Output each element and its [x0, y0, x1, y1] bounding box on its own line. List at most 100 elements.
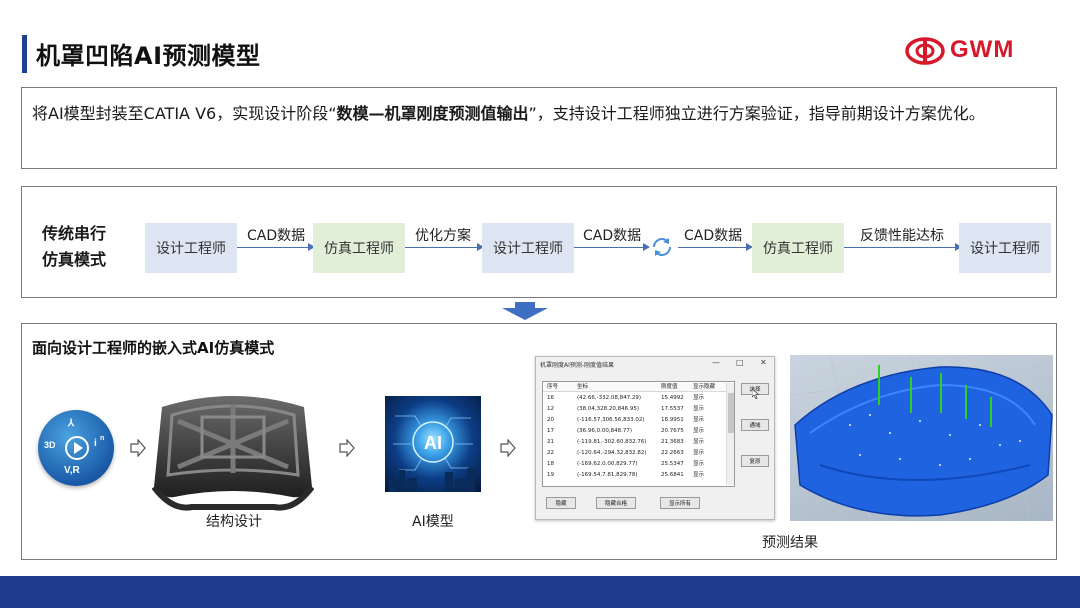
car-hood-image [152, 396, 314, 511]
title-accent-bar [22, 35, 27, 73]
result-list-header: 序号 坐标 刚度值 显示隐藏 [543, 382, 728, 392]
row-coord: (-169.62,0.00,829.77) [577, 461, 638, 467]
ai-model-image: AI [385, 396, 481, 492]
result-row[interactable]: 12 (38.04,328.20,846.95) 17.5537 显示 [543, 404, 728, 414]
row-id: 16 [547, 395, 554, 401]
flow-edge-label: CAD数据 [247, 228, 306, 244]
catia-i-label: i [94, 438, 97, 449]
result-row[interactable]: 22 (-120.64,-294.32,832.82) 22.2663 显示 [543, 448, 728, 458]
result-row[interactable]: 20 (-116.57,306.56,833.02) 18.9951 显示 [543, 415, 728, 425]
description-text: 将AI模型封装至CATIA V6，实现设计阶段“数模—机罩刚度预测值输出”，支持… [32, 98, 1046, 130]
flow-node-simulation-engineer-2: 仿真工程师 [752, 223, 844, 273]
row-id: 21 [547, 439, 554, 445]
flow-edge-line [237, 247, 310, 248]
row-value: 21.3683 [661, 439, 684, 445]
col-header-show: 显示隐藏 [693, 384, 716, 390]
result-list[interactable]: 序号 坐标 刚度值 显示隐藏 16 (42.66,-332.08,847.29) 1… [542, 381, 735, 487]
description-lead: 将AI模型封装至CATIA V6，实现设计阶段“ [32, 104, 337, 123]
row-show: 显示 [693, 439, 705, 445]
catia-vr-label: V,R [64, 465, 80, 476]
embedded-mode-title: 面向设计工程师的嵌入式AI仿真模式 [32, 339, 275, 357]
flow-edge-label: CAD数据 [684, 228, 743, 244]
flow-node-design-engineer-2: 设计工程师 [482, 223, 574, 273]
row-id: 20 [547, 417, 554, 423]
result-row[interactable]: 16 (42.66,-332.08,847.29) 15.4992 显示 [543, 393, 728, 403]
row-coord: (42.66,-332.08,847.29) [577, 395, 642, 401]
result-row[interactable]: 21 (-119.81,-302.60,832.76) 21.3683 显示 [543, 437, 728, 447]
scrollbar-thumb[interactable] [728, 393, 734, 433]
arrow-right-icon [643, 243, 650, 251]
row-id: 19 [547, 472, 554, 478]
row-value: 25.6841 [661, 472, 684, 478]
row-show: 显示 [693, 395, 705, 401]
row-id: 18 [547, 461, 554, 467]
result-row[interactable]: 17 (36.96,0.00,848.77) 20.7675 显示 [543, 426, 728, 436]
row-value: 15.4992 [661, 395, 684, 401]
catia-n-label: n [100, 435, 105, 442]
hide-button[interactable]: 隐藏 [546, 497, 576, 509]
restore-button[interactable]: 复原 [741, 455, 769, 467]
col-header-value: 刚度值 [661, 384, 678, 390]
hollow-arrow-right-icon [130, 439, 146, 457]
gwm-emblem-icon [905, 37, 945, 65]
play-icon [74, 442, 83, 454]
ai-circuit-icon: AI [389, 415, 475, 492]
row-value: 25.5347 [661, 461, 684, 467]
description-highlight: 数模—机罩刚度预测值输出 [336, 104, 529, 123]
flow-node-design-engineer-3: 设计工程师 [959, 223, 1051, 273]
caption-ai-model: AI模型 [412, 514, 454, 530]
window-title: 机罩刚度AI预测-刚度值结果 [540, 362, 615, 369]
list-scrollbar[interactable] [726, 383, 734, 485]
result-window: 机罩刚度AI预测-刚度值结果 — □ ✕ 序号 坐标 刚度值 显示隐藏 16 (4… [535, 356, 775, 520]
flow-node-simulation-engineer-1: 仿真工程师 [313, 223, 405, 273]
row-show: 显示 [693, 472, 705, 478]
hollow-arrow-right-icon [500, 439, 516, 457]
minimize-icon[interactable]: — [712, 358, 720, 367]
catia-3d-label: 3D [44, 440, 56, 450]
hide-qualified-button[interactable]: 隐藏合格 [596, 497, 636, 509]
caption-prediction-result: 预测结果 [762, 535, 818, 551]
result-row[interactable]: 18 (-169.62,0.00,829.77) 25.5347 显示 [543, 459, 728, 469]
refresh-icon [653, 238, 671, 256]
row-id: 17 [547, 428, 554, 434]
result-row[interactable]: 19 (-169.54,7.81,829.78) 25.6841 显示 [543, 470, 728, 480]
row-id: 22 [547, 450, 554, 456]
row-show: 显示 [693, 450, 705, 456]
catia-compass-icon: ⅄ [68, 418, 75, 429]
hood-fea-mesh-icon [790, 355, 1053, 521]
row-show: 显示 [693, 428, 705, 434]
ai-badge-text: AI [424, 433, 442, 453]
region-button[interactable]: 通域 [741, 419, 769, 431]
flow-node-design-engineer-1: 设计工程师 [145, 223, 237, 273]
catia-app-icon: ⅄ 3D i n V,R [38, 410, 114, 486]
traditional-mode-label-line2: 仿真模式 [42, 250, 107, 269]
row-show: 显示 [693, 406, 705, 412]
close-icon[interactable]: ✕ [760, 358, 767, 367]
cursor-icon [752, 389, 760, 399]
col-header-id: 序号 [547, 384, 559, 390]
hollow-arrow-right-icon [339, 439, 355, 457]
row-coord: (38.04,328.20,846.95) [577, 406, 640, 412]
row-show: 显示 [693, 417, 705, 423]
caption-structure-design: 结构设计 [206, 514, 262, 530]
row-coord: (-116.57,306.56,833.02) [577, 417, 645, 423]
traditional-flow-box: 传统串行 仿真模式 设计工程师 CAD数据 仿真工程师 优化方案 设计工程师 C… [21, 186, 1057, 298]
show-all-button[interactable]: 显示所有 [660, 497, 700, 509]
flow-edge-label: 优化方案 [415, 228, 471, 244]
page-title: 机罩凹陷AI预测模型 [36, 42, 261, 70]
row-value: 22.2663 [661, 450, 684, 456]
traditional-mode-label: 传统串行 仿真模式 [42, 221, 122, 273]
row-show: 显示 [693, 461, 705, 467]
arrow-down-icon [502, 302, 548, 320]
flow-edge-line [405, 247, 479, 248]
traditional-mode-label-line1: 传统串行 [42, 224, 107, 243]
row-coord: (-169.54,7.81,829.78) [577, 472, 638, 478]
gwm-logo: GWM [905, 36, 1045, 66]
col-header-coord: 坐标 [577, 384, 589, 390]
row-coord: (-119.81,-302.60,832.76) [577, 439, 647, 445]
embedded-mode-box: 面向设计工程师的嵌入式AI仿真模式 ⅄ 3D i n V,R 结构设计 AI A… [21, 323, 1057, 560]
row-id: 12 [547, 406, 554, 412]
maximize-icon[interactable]: □ [736, 358, 744, 367]
flow-edge-line [844, 247, 957, 248]
row-value: 17.5537 [661, 406, 684, 412]
